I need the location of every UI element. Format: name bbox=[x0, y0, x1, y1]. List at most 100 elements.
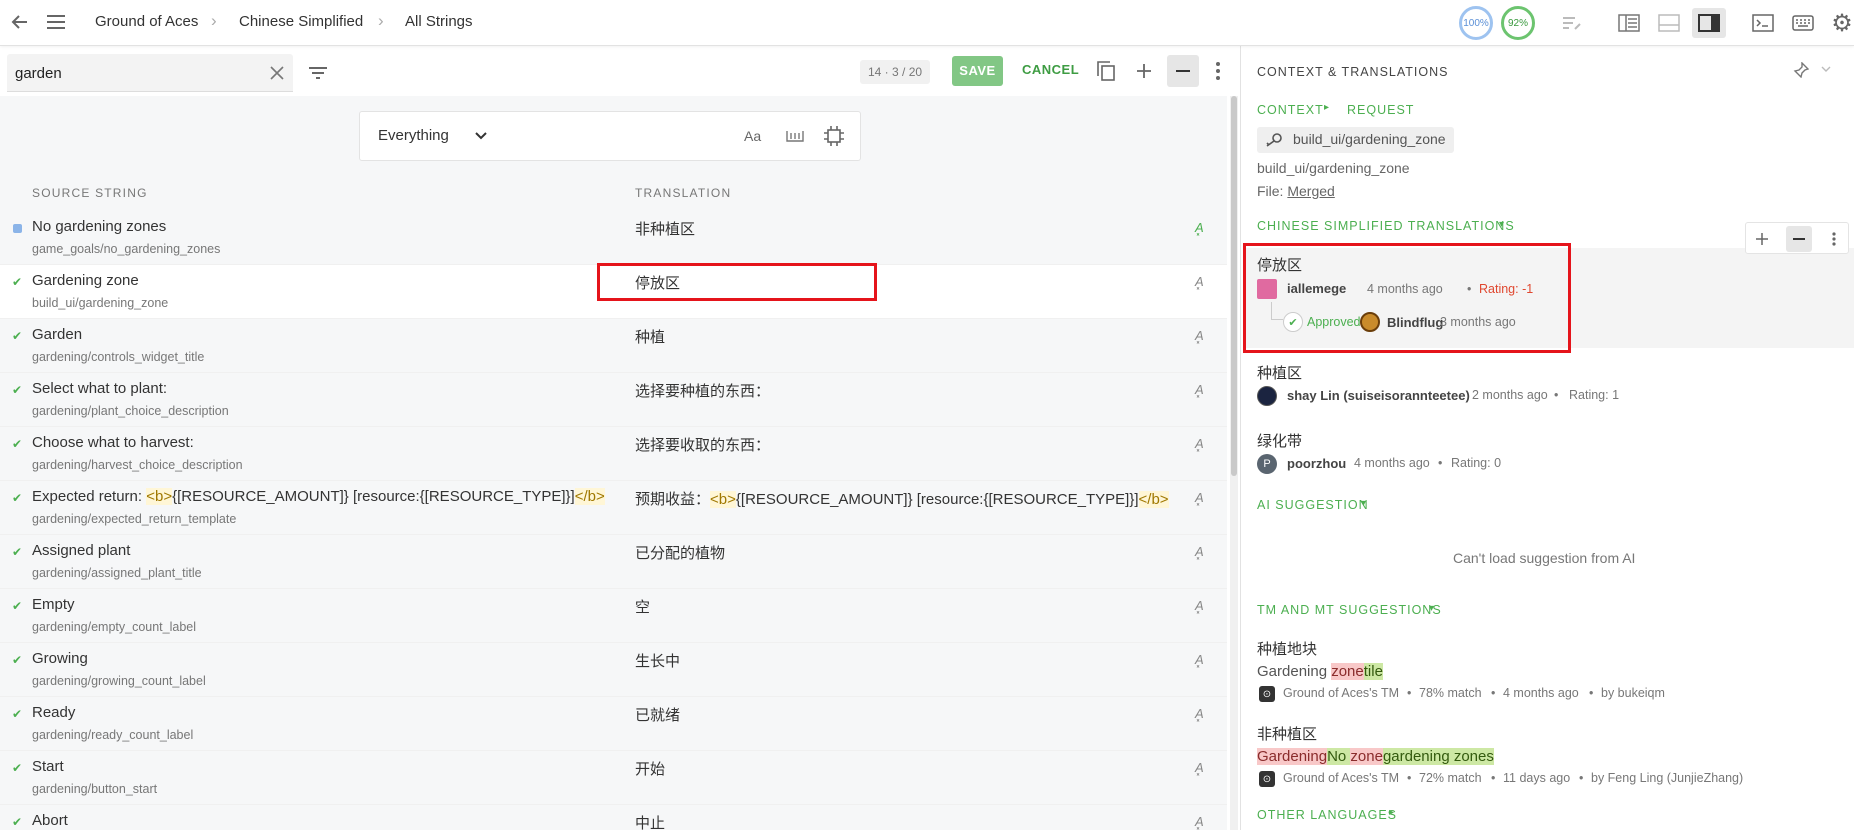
string-row[interactable]: No gardening zones game_goals/no_gardeni… bbox=[0, 211, 1227, 265]
filter-icon[interactable] bbox=[306, 61, 330, 85]
translation-text: 开始 bbox=[635, 761, 666, 778]
tm-name: Ground of Aces's TM bbox=[1283, 686, 1400, 700]
top-bar: Ground of Aces › Chinese Simplified › Al… bbox=[0, 0, 1854, 46]
keyboard-icon[interactable] bbox=[1790, 10, 1816, 36]
layout-sidebar-icon[interactable] bbox=[1616, 10, 1642, 36]
save-button[interactable]: SAVE bbox=[952, 56, 1003, 86]
source-text: Select what to plant: bbox=[32, 380, 168, 397]
breadcrumb-separator-icon: › bbox=[378, 11, 384, 30]
dot-separator: • bbox=[1467, 282, 1472, 296]
tm-source-diff: Gardening zonetile bbox=[1257, 663, 1383, 680]
add-icon[interactable] bbox=[1752, 229, 1772, 249]
tm-match: 72% match bbox=[1419, 771, 1482, 785]
whole-word-icon[interactable] bbox=[784, 126, 806, 146]
string-row[interactable]: ✔ Choose what to harvest: gardening/harv… bbox=[0, 427, 1227, 481]
pin-icon[interactable] bbox=[1790, 59, 1812, 81]
string-row[interactable]: ✔ Empty gardening/empty_count_label 空 A͓ bbox=[0, 589, 1227, 643]
source-text: Start bbox=[32, 758, 64, 775]
progress-translated-indicator[interactable]: 100% bbox=[1459, 6, 1493, 40]
string-row[interactable]: ✔ Growing gardening/growing_count_label … bbox=[0, 643, 1227, 697]
other-languages-title[interactable]: OTHER LANGUAGES bbox=[1257, 808, 1397, 822]
key-match-icon[interactable] bbox=[823, 125, 845, 147]
ai-suggestion-title[interactable]: AI SUGGESTION bbox=[1257, 498, 1369, 512]
translations-section-title[interactable]: CHINESE SIMPLIFIED TRANSLATIONS bbox=[1257, 219, 1515, 233]
collapse-icon[interactable] bbox=[1786, 226, 1812, 252]
match-case-toggle[interactable]: Aa bbox=[744, 128, 761, 144]
scrollbar-thumb[interactable] bbox=[1231, 96, 1237, 476]
string-row[interactable]: ✔ Abort 中止 A͓ bbox=[0, 805, 1227, 830]
layout-side-panel-icon[interactable] bbox=[1692, 8, 1726, 38]
translate-icon[interactable]: A͓ bbox=[1195, 760, 1204, 775]
scope-select[interactable]: Everything bbox=[378, 127, 449, 144]
terminal-icon[interactable] bbox=[1750, 10, 1776, 36]
string-key-chip[interactable]: build_ui/gardening_zone bbox=[1257, 127, 1454, 153]
translate-icon[interactable]: A͓ bbox=[1195, 544, 1204, 559]
tab-request[interactable]: REQUEST bbox=[1347, 103, 1414, 117]
translate-icon[interactable]: A͓ bbox=[1195, 328, 1204, 343]
tm-author: by Feng Ling (JunjieZhang) bbox=[1591, 771, 1744, 785]
tm-suggestion-text[interactable]: 种植地块 bbox=[1257, 638, 1317, 659]
username[interactable]: shay Lin (suiseisorannteetee) bbox=[1287, 388, 1470, 403]
string-row-selected[interactable]: ✔ Gardening zone build_ui/gardening_zone… bbox=[0, 265, 1227, 319]
file-label: File: bbox=[1257, 183, 1288, 199]
translate-icon[interactable]: A͓ bbox=[1195, 220, 1204, 235]
breadcrumb-language[interactable]: Chinese Simplified bbox=[239, 13, 363, 30]
suggestion-text[interactable]: 种植区 bbox=[1257, 362, 1302, 383]
more-vertical-icon[interactable] bbox=[1826, 229, 1842, 249]
translate-icon[interactable]: A͓ bbox=[1195, 706, 1204, 721]
approved-check-icon: ✔ bbox=[12, 491, 23, 505]
breadcrumb-current[interactable]: All Strings bbox=[405, 13, 473, 30]
clear-search-icon[interactable] bbox=[269, 65, 285, 81]
menu-icon[interactable] bbox=[44, 10, 68, 34]
suggestion-text[interactable]: 绿化带 bbox=[1257, 430, 1302, 451]
translation-text: 已分配的植物 bbox=[635, 545, 726, 562]
string-row[interactable]: ✔ Expected return: <b>{[RESOURCE_AMOUNT]… bbox=[0, 481, 1227, 535]
breadcrumb-project[interactable]: Ground of Aces bbox=[95, 13, 198, 30]
translate-icon[interactable]: A͓ bbox=[1195, 598, 1204, 613]
chevron-down-icon[interactable] bbox=[1819, 62, 1833, 76]
translate-icon[interactable]: A͓ bbox=[1195, 436, 1204, 451]
translate-icon[interactable]: A͓ bbox=[1195, 274, 1204, 289]
translate-icon[interactable]: A͓ bbox=[1195, 490, 1204, 505]
avatar bbox=[1257, 386, 1277, 406]
more-vertical-icon[interactable] bbox=[1208, 59, 1228, 83]
collapse-icon[interactable] bbox=[1167, 55, 1199, 87]
gear-icon[interactable]: ⚙ bbox=[1830, 10, 1854, 37]
edit-lines-icon[interactable] bbox=[1560, 11, 1584, 35]
copy-source-icon[interactable] bbox=[1094, 59, 1118, 83]
translate-icon[interactable]: A͓ bbox=[1195, 814, 1204, 829]
approved-check-icon: ✔ bbox=[12, 599, 23, 613]
approver-name[interactable]: Blindflug bbox=[1387, 315, 1443, 330]
tab-context[interactable]: CONTEXT bbox=[1257, 103, 1324, 117]
tm-section-title[interactable]: TM AND MT SUGGESTIONS bbox=[1257, 603, 1442, 617]
tm-suggestion-text[interactable]: 非种植区 bbox=[1257, 723, 1317, 744]
string-row[interactable]: ✔ Assigned plant gardening/assigned_plan… bbox=[0, 535, 1227, 589]
username[interactable]: poorzhou bbox=[1287, 456, 1346, 471]
translation-suggestion[interactable]: 停放区 iallemege 4 months ago • Rating: -1 … bbox=[1245, 248, 1854, 348]
cancel-button[interactable]: CANCEL bbox=[1022, 62, 1079, 77]
source-text: Garden bbox=[32, 326, 83, 343]
layout-bottom-icon[interactable] bbox=[1656, 10, 1682, 36]
back-arrow-icon[interactable] bbox=[8, 10, 32, 34]
string-key: build_ui/gardening_zone bbox=[32, 296, 169, 310]
string-row[interactable]: ✔ Garden gardening/controls_widget_title… bbox=[0, 319, 1227, 373]
dot-separator: • bbox=[1407, 771, 1412, 785]
file-link[interactable]: Merged bbox=[1287, 183, 1334, 199]
translate-icon[interactable]: A͓ bbox=[1195, 652, 1204, 667]
string-row[interactable]: ✔ Start gardening/button_start 开始 A͓ bbox=[0, 751, 1227, 805]
translation-text: 中止 bbox=[635, 815, 666, 830]
string-row[interactable]: ✔ Ready gardening/ready_count_label 已就绪 … bbox=[0, 697, 1227, 751]
translate-icon[interactable]: A͓ bbox=[1195, 382, 1204, 397]
chevron-down-icon[interactable] bbox=[474, 129, 488, 143]
search-input[interactable] bbox=[15, 54, 255, 92]
add-icon[interactable] bbox=[1132, 59, 1156, 83]
progress-approved-indicator[interactable]: 92% bbox=[1501, 6, 1535, 40]
chevron-right-icon: ▸ bbox=[1324, 102, 1330, 113]
time: 4 months ago bbox=[1354, 456, 1430, 470]
username[interactable]: iallemege bbox=[1287, 281, 1346, 296]
translation-text[interactable]: 停放区 bbox=[635, 272, 680, 293]
list-scrollbar[interactable] bbox=[1230, 96, 1238, 830]
source-text: Abort bbox=[32, 812, 68, 829]
approved-check-icon: ✔ bbox=[12, 383, 23, 397]
string-row[interactable]: ✔ Select what to plant: gardening/plant_… bbox=[0, 373, 1227, 427]
